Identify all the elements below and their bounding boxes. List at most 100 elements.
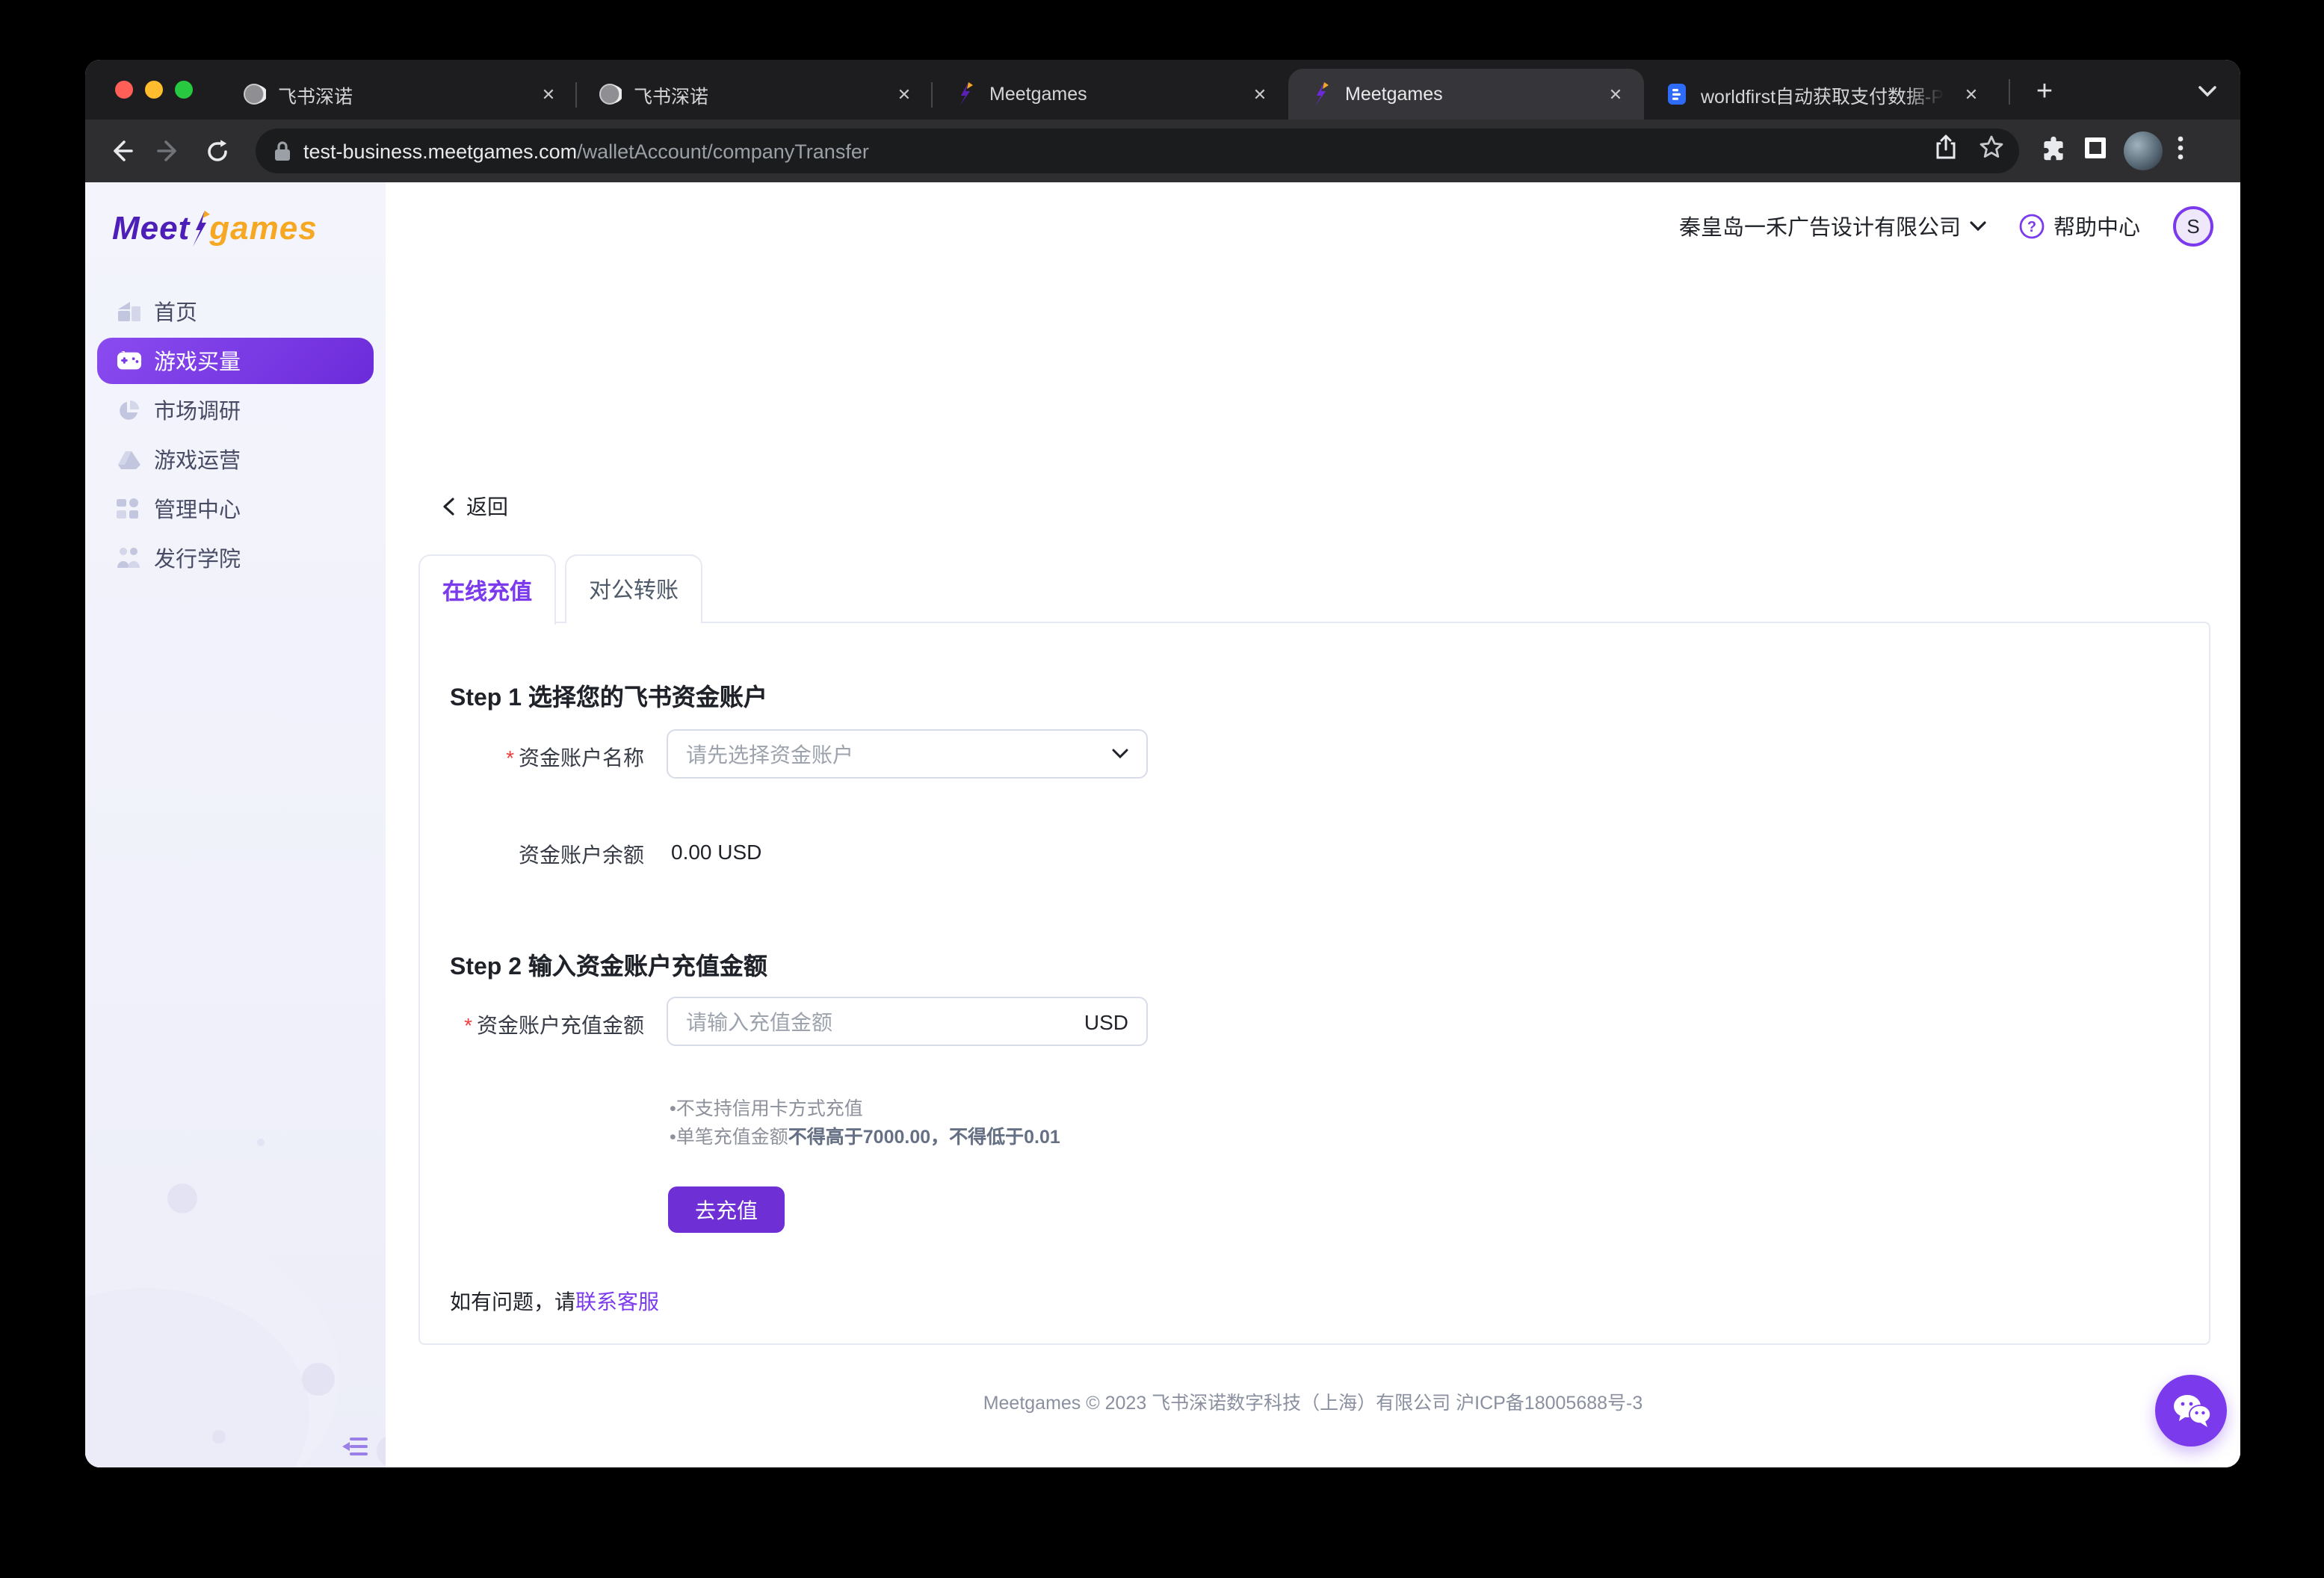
url-host: test-business.meetgames.com (303, 140, 577, 162)
tab-title: Meetgames (1345, 84, 1593, 105)
browser-profile-avatar[interactable] (2124, 132, 2163, 170)
logo-games-text: games (209, 209, 317, 248)
sidebar-item-label: 市场调研 (154, 394, 241, 426)
extensions-puzzle-icon[interactable] (2040, 134, 2067, 168)
back-icon[interactable] (100, 130, 142, 172)
side-panel-icon[interactable] (2082, 134, 2109, 168)
people-icon (117, 547, 142, 569)
url-path: /walletAccount/companyTransfer (577, 140, 869, 162)
browser-tab-5[interactable]: worldfirst自动获取支付数据-PR ✕ (1644, 69, 2000, 120)
browser-tab-3[interactable]: Meetgames ✕ (933, 69, 1288, 120)
reload-icon[interactable] (196, 130, 238, 172)
tab-close-icon[interactable]: ✕ (1246, 81, 1273, 108)
sidebar-collapse-icon[interactable] (342, 1435, 372, 1467)
sidebar-item-label: 发行学院 (154, 542, 241, 574)
help-center-label: 帮助中心 (2053, 211, 2140, 242)
sidebar-item-publishing-academy[interactable]: 发行学院 (85, 533, 386, 583)
share-icon[interactable] (1934, 134, 1958, 167)
home-icon (117, 300, 142, 323)
forward-icon[interactable] (148, 130, 190, 172)
help-center-link[interactable]: ? 帮助中心 (2019, 211, 2140, 242)
chevron-down-icon (1970, 221, 1986, 232)
balance-label: 资金账户余额 (420, 840, 644, 870)
bookmark-star-icon[interactable] (1979, 134, 2004, 167)
amount-input[interactable] (686, 1009, 1084, 1033)
back-link[interactable]: 返回 (442, 492, 508, 522)
sidebar-item-game-buying[interactable]: 游戏买量 (85, 336, 386, 386)
url-text: test-business.meetgames.com/walletAccoun… (303, 140, 1934, 162)
tab-search-chevron-icon[interactable] (2198, 78, 2216, 105)
step2-title: Step 2 输入资金账户充值金额 (450, 946, 767, 982)
pie-chart-icon (117, 398, 142, 422)
tab-title: 飞书深诺 (634, 80, 882, 108)
tab-title: Meetgames (989, 84, 1237, 105)
browser-tabs: 飞书深诺 ✕ 飞书深诺 ✕ Meetgames (221, 60, 2067, 120)
bolt-icon (954, 82, 977, 106)
account-select[interactable]: 请先选择资金账户 (667, 729, 1148, 779)
sidebar-item-label: 游戏运营 (154, 444, 241, 475)
window-controls (115, 81, 193, 99)
required-asterisk: * (506, 746, 514, 770)
gamepad-icon (117, 351, 142, 371)
main-content: 秦皇岛一禾广告设计有限公司 ? 帮助中心 S 返回 在线充值 对公转账 (386, 182, 2240, 1467)
page: Meet games 首页 游戏买量 (85, 182, 2240, 1467)
sidebar-item-label: 游戏买量 (154, 345, 241, 377)
meetgames-logo: Meet games (112, 209, 318, 248)
tab-close-icon[interactable]: ✕ (1602, 81, 1629, 108)
tab-title: 飞书深诺 (278, 80, 526, 108)
close-window-button[interactable] (115, 81, 133, 99)
browser-tab-2[interactable]: 飞书深诺 ✕ (577, 69, 933, 120)
amount-input-wrap: USD (667, 997, 1148, 1046)
screen: 飞书深诺 ✕ 飞书深诺 ✕ Meet games (0, 0, 2324, 1578)
sidebar-item-label: 首页 (154, 296, 197, 327)
browser-tab-1[interactable]: 飞书深诺 ✕ (221, 69, 577, 120)
sidebar-decoration (167, 1184, 197, 1213)
tab-title: worldfirst自动获取支付数据-PR (1701, 80, 1949, 108)
tab-close-icon[interactable]: ✕ (1958, 81, 1985, 108)
sidebar-nav: 首页 游戏买量 市场调研 (85, 287, 386, 583)
tab-corporate-transfer[interactable]: 对公转账 (565, 554, 702, 623)
recharge-tabs: 在线充值 对公转账 (418, 554, 702, 623)
wechat-fab[interactable] (2155, 1375, 2227, 1446)
sidebar-item-game-operation[interactable]: 游戏运营 (85, 435, 386, 484)
recharge-card: Step 1 选择您的飞书资金账户 *资金账户名称 请先选择资金账户 资金账户余… (418, 622, 2210, 1345)
lock-icon[interactable] (273, 140, 291, 161)
tabstrip-separator (2009, 79, 2010, 105)
browser-window: 飞书深诺 ✕ 飞书深诺 ✕ Meet games (85, 60, 2240, 1467)
company-selector[interactable]: 秦皇岛一禾广告设计有限公司 (1679, 211, 1986, 242)
browser-toolbar: test-business.meetgames.com/walletAccoun… (85, 120, 2240, 182)
document-icon (1665, 82, 1689, 106)
browser-menu-icon[interactable] (2178, 135, 2184, 167)
contact-help-line: 如有问题，请联系客服 (450, 1287, 659, 1316)
sidebar-decoration (212, 1430, 226, 1444)
recharge-button[interactable]: 去充值 (668, 1186, 785, 1233)
sidebar-item-home[interactable]: 首页 (85, 287, 386, 336)
note-line-1: •不支持信用卡方式充值 (670, 1095, 1060, 1124)
tab-close-icon[interactable]: ✕ (535, 81, 562, 108)
svg-text:?: ? (2027, 219, 2036, 235)
browser-tab-4-active[interactable]: Meetgames ✕ (1288, 69, 1644, 120)
sidebar-item-admin-center[interactable]: 管理中心 (85, 484, 386, 533)
back-label: 返回 (466, 492, 508, 522)
tab-close-icon[interactable]: ✕ (891, 81, 918, 108)
new-tab-button[interactable]: + (2022, 70, 2067, 115)
tab-online-recharge[interactable]: 在线充值 (418, 554, 556, 625)
logo-bolt-icon (190, 209, 211, 248)
logo-meet-text: Meet (112, 209, 190, 248)
globe-icon (598, 82, 622, 106)
recharge-notes: •不支持信用卡方式充值 •单笔充值金额不得高于7000.00，不得低于0.01 (670, 1095, 1060, 1152)
amount-label: *资金账户充值金额 (420, 1010, 644, 1040)
user-avatar[interactable]: S (2173, 206, 2213, 247)
grid-icon (117, 498, 142, 520)
contact-support-link[interactable]: 联系客服 (575, 1290, 659, 1314)
zoom-window-button[interactable] (175, 81, 193, 99)
sidebar-decoration (302, 1363, 335, 1396)
triangle-icon (117, 449, 142, 470)
globe-icon (242, 82, 266, 106)
wechat-icon (2171, 1393, 2211, 1429)
balance-value: 0.00 USD (671, 840, 761, 864)
sidebar-item-market-research[interactable]: 市场调研 (85, 386, 386, 435)
minimize-window-button[interactable] (145, 81, 163, 99)
address-bar[interactable]: test-business.meetgames.com/walletAccoun… (256, 129, 2019, 173)
sidebar: Meet games 首页 游戏买量 (85, 182, 386, 1467)
